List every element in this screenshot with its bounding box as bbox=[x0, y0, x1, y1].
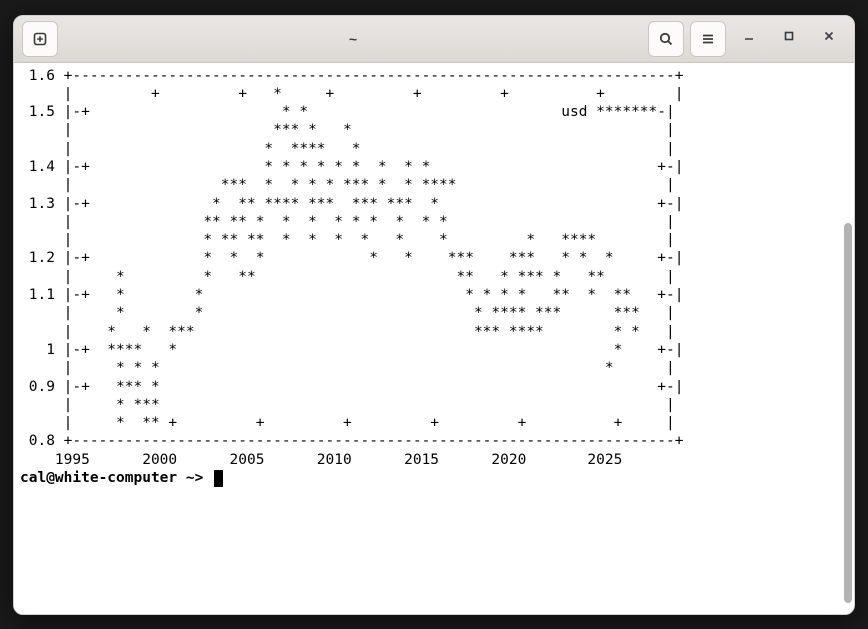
close-icon bbox=[822, 29, 836, 48]
prompt-symbol: > bbox=[195, 469, 204, 487]
new-tab-icon bbox=[32, 31, 48, 47]
window-title: ~ bbox=[64, 31, 642, 47]
hamburger-icon bbox=[700, 31, 716, 47]
prompt-path: ~ bbox=[186, 469, 195, 487]
minimize-icon bbox=[742, 29, 756, 48]
prompt-line[interactable]: cal@white-computer ~ > bbox=[14, 469, 854, 487]
minimize-button[interactable] bbox=[732, 22, 766, 56]
prompt-user-host: cal@white-computer bbox=[20, 469, 177, 487]
cursor-block bbox=[214, 470, 223, 487]
maximize-button[interactable] bbox=[772, 22, 806, 56]
ascii-chart: 1.6 +-----------------------------------… bbox=[14, 63, 854, 470]
maximize-icon bbox=[782, 29, 796, 48]
terminal-window: ~ bbox=[13, 15, 855, 615]
terminal-viewport[interactable]: 1.6 +-----------------------------------… bbox=[14, 63, 854, 614]
search-icon bbox=[658, 31, 674, 47]
menu-button[interactable] bbox=[690, 21, 726, 57]
search-button[interactable] bbox=[648, 21, 684, 57]
titlebar: ~ bbox=[14, 16, 854, 63]
scroll-thumb[interactable] bbox=[844, 223, 852, 603]
new-tab-button[interactable] bbox=[22, 21, 58, 57]
close-button[interactable] bbox=[812, 22, 846, 56]
scrollbar[interactable] bbox=[841, 63, 854, 614]
